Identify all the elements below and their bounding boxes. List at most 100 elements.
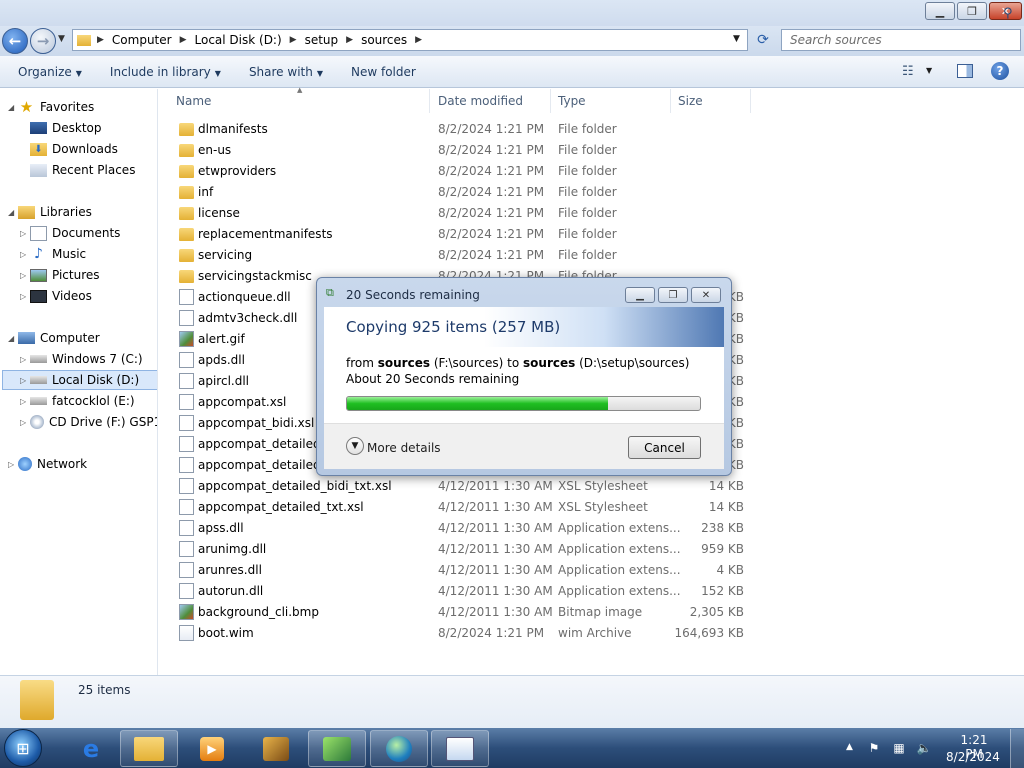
file-icon <box>179 478 194 494</box>
file-row[interactable]: appcompat_detailed_bidi_txt.xsl 4/12/2011… <box>170 476 760 497</box>
breadcrumb-setup[interactable]: setup <box>305 33 339 47</box>
taskbar-copy-dialog[interactable] <box>431 730 489 767</box>
expand-triangle-icon[interactable]: ▷ <box>20 292 30 301</box>
share-with-button[interactable]: Share with ▼ <box>249 65 323 79</box>
nav-local-disk-d[interactable]: ▷ Local Disk (D:) <box>2 370 157 390</box>
file-name: apircl.dll <box>198 374 250 388</box>
dialog-minimize-button[interactable]: ▁ <box>625 287 655 303</box>
minimize-button[interactable]: ▁ <box>925 2 955 20</box>
file-name: en-us <box>198 143 232 157</box>
column-header-size[interactable]: Size <box>670 89 751 113</box>
view-options-icon[interactable]: ☷ <box>902 64 914 79</box>
taskbar-globe-app[interactable] <box>370 730 428 767</box>
nav-favorites[interactable]: ◢ ★ Favorites <box>8 97 157 117</box>
chevron-down-icon[interactable]: ▼ <box>733 34 740 44</box>
file-row[interactable]: inf 8/2/2024 1:21 PM File folder <box>170 182 760 203</box>
file-row[interactable]: background_cli.bmp 4/12/2011 1:30 AM Bitma… <box>170 602 760 623</box>
include-in-library-button[interactable]: Include in library ▼ <box>110 65 221 79</box>
nav-pictures[interactable]: ▷ Pictures <box>20 265 157 285</box>
forward-button[interactable]: → <box>30 28 56 54</box>
expand-triangle-icon[interactable]: ◢ <box>8 103 18 112</box>
expand-triangle-icon[interactable]: ▷ <box>20 376 30 385</box>
expand-triangle-icon[interactable]: ▷ <box>20 250 30 259</box>
nav-libraries[interactable]: ◢ Libraries <box>8 202 157 222</box>
file-row[interactable]: appcompat_detailed_txt.xsl 4/12/2011 1:30… <box>170 497 760 518</box>
new-folder-button[interactable]: New folder <box>351 65 416 79</box>
expand-triangle-icon[interactable]: ▷ <box>20 355 30 364</box>
file-date: 8/2/2024 1:21 PM <box>438 248 545 262</box>
taskbar-internet-explorer[interactable]: e <box>62 730 120 767</box>
expand-triangle-icon[interactable]: ◢ <box>8 208 18 217</box>
expand-triangle-icon[interactable]: ▷ <box>20 418 30 427</box>
file-row[interactable]: servicing 8/2/2024 1:21 PM File folder <box>170 245 760 266</box>
network-tray-icon[interactable]: ▦ <box>891 741 907 755</box>
more-details-button[interactable]: More details <box>367 441 441 455</box>
file-row[interactable]: etwproviders 8/2/2024 1:21 PM File folder <box>170 161 760 182</box>
nav-videos[interactable]: ▷ Videos <box>20 286 157 306</box>
destination-link[interactable]: sources <box>523 356 575 370</box>
file-icon <box>179 520 194 536</box>
organize-button[interactable]: Organize ▼ <box>18 65 82 79</box>
chevron-down-icon[interactable]: ▼ <box>346 437 364 455</box>
breadcrumb-local-disk[interactable]: Local Disk (D:) <box>195 33 282 47</box>
back-button[interactable]: ← <box>2 28 28 54</box>
expand-triangle-icon[interactable]: ◢ <box>8 334 18 343</box>
show-desktop-button[interactable] <box>1010 729 1024 768</box>
file-row[interactable]: replacementmanifests 8/2/2024 1:21 PM File… <box>170 224 760 245</box>
search-icon[interactable]: ⚲ <box>1003 6 1013 21</box>
chevron-right-icon[interactable]: ▶ <box>346 35 353 45</box>
file-row[interactable]: apss.dll 4/12/2011 1:30 AM Application ext… <box>170 518 760 539</box>
clock-date[interactable]: 8/2/2024 <box>944 750 1002 764</box>
file-row[interactable]: license 8/2/2024 1:21 PM File folder <box>170 203 760 224</box>
nav-documents[interactable]: ▷ Documents <box>20 223 157 243</box>
start-button[interactable]: ⊞ <box>4 729 42 767</box>
nav-music[interactable]: ▷ ♪ Music <box>20 244 157 264</box>
taskbar-network-app[interactable] <box>308 730 366 767</box>
address-bar[interactable]: ▶ Computer ▶ Local Disk (D:) ▶ setup ▶ s… <box>72 29 748 51</box>
breadcrumb-computer[interactable]: Computer <box>112 33 172 47</box>
source-link[interactable]: sources <box>378 356 430 370</box>
column-header-type[interactable]: Type <box>550 89 671 113</box>
refresh-icon[interactable]: ⟳ <box>752 30 774 50</box>
chevron-right-icon[interactable]: ▶ <box>290 35 297 45</box>
cancel-button[interactable]: Cancel <box>628 436 701 459</box>
nav-desktop[interactable]: Desktop <box>20 118 157 138</box>
dialog-restore-button[interactable]: ❐ <box>658 287 688 303</box>
breadcrumb-sources[interactable]: sources <box>361 33 407 47</box>
expand-triangle-icon[interactable]: ▷ <box>8 460 18 469</box>
nav-downloads[interactable]: ⬇ Downloads <box>20 139 157 159</box>
dialog-close-button[interactable]: ✕ <box>691 287 721 303</box>
action-center-icon[interactable]: ⚑ <box>866 741 882 755</box>
nav-cd-drive-f[interactable]: ▷ CD Drive (F:) GSP1RI <box>20 412 157 432</box>
taskbar-windows-explorer[interactable] <box>120 730 178 767</box>
expand-triangle-icon[interactable]: ▷ <box>20 271 30 280</box>
expand-triangle-icon[interactable]: ▷ <box>20 397 30 406</box>
chevron-down-icon[interactable]: ▼ <box>926 66 932 75</box>
column-header-date[interactable]: Date modified <box>430 89 551 113</box>
search-input[interactable]: Search sources <box>781 29 1021 51</box>
show-hidden-icons-button[interactable]: ▲ <box>846 742 853 752</box>
nav-windows7-c[interactable]: ▷ Windows 7 (C:) <box>20 349 157 369</box>
expand-triangle-icon[interactable]: ▷ <box>20 229 30 238</box>
file-row[interactable]: arunimg.dll 4/12/2011 1:30 AM Application … <box>170 539 760 560</box>
volume-muted-icon[interactable]: 🔈 <box>916 741 932 755</box>
chevron-right-icon[interactable]: ▶ <box>180 35 187 45</box>
preview-pane-icon[interactable] <box>957 64 973 78</box>
taskbar-archive-app[interactable] <box>247 730 305 767</box>
recent-pages-dropdown[interactable]: ▼ <box>58 34 65 44</box>
taskbar-media-player[interactable]: ▶ <box>183 730 241 767</box>
file-row[interactable]: arunres.dll 4/12/2011 1:30 AM Application … <box>170 560 760 581</box>
maximize-button[interactable]: ❐ <box>957 2 987 20</box>
file-row[interactable]: boot.wim 8/2/2024 1:21 PM wim Archive 164,6… <box>170 623 760 644</box>
videos-icon <box>30 289 47 303</box>
nav-network[interactable]: ▷ Network <box>8 454 157 474</box>
help-icon[interactable]: ? <box>991 62 1009 80</box>
nav-label: Favorites <box>40 100 95 114</box>
chevron-right-icon[interactable]: ▶ <box>415 35 422 45</box>
file-row[interactable]: autorun.dll 4/12/2011 1:30 AM Application … <box>170 581 760 602</box>
nav-recent-places[interactable]: Recent Places <box>20 160 157 180</box>
nav-fatcocklol-e[interactable]: ▷ fatcocklol (E:) <box>20 391 157 411</box>
file-row[interactable]: dlmanifests 8/2/2024 1:21 PM File folder <box>170 119 760 140</box>
nav-computer[interactable]: ◢ Computer <box>8 328 157 348</box>
file-row[interactable]: en-us 8/2/2024 1:21 PM File folder <box>170 140 760 161</box>
